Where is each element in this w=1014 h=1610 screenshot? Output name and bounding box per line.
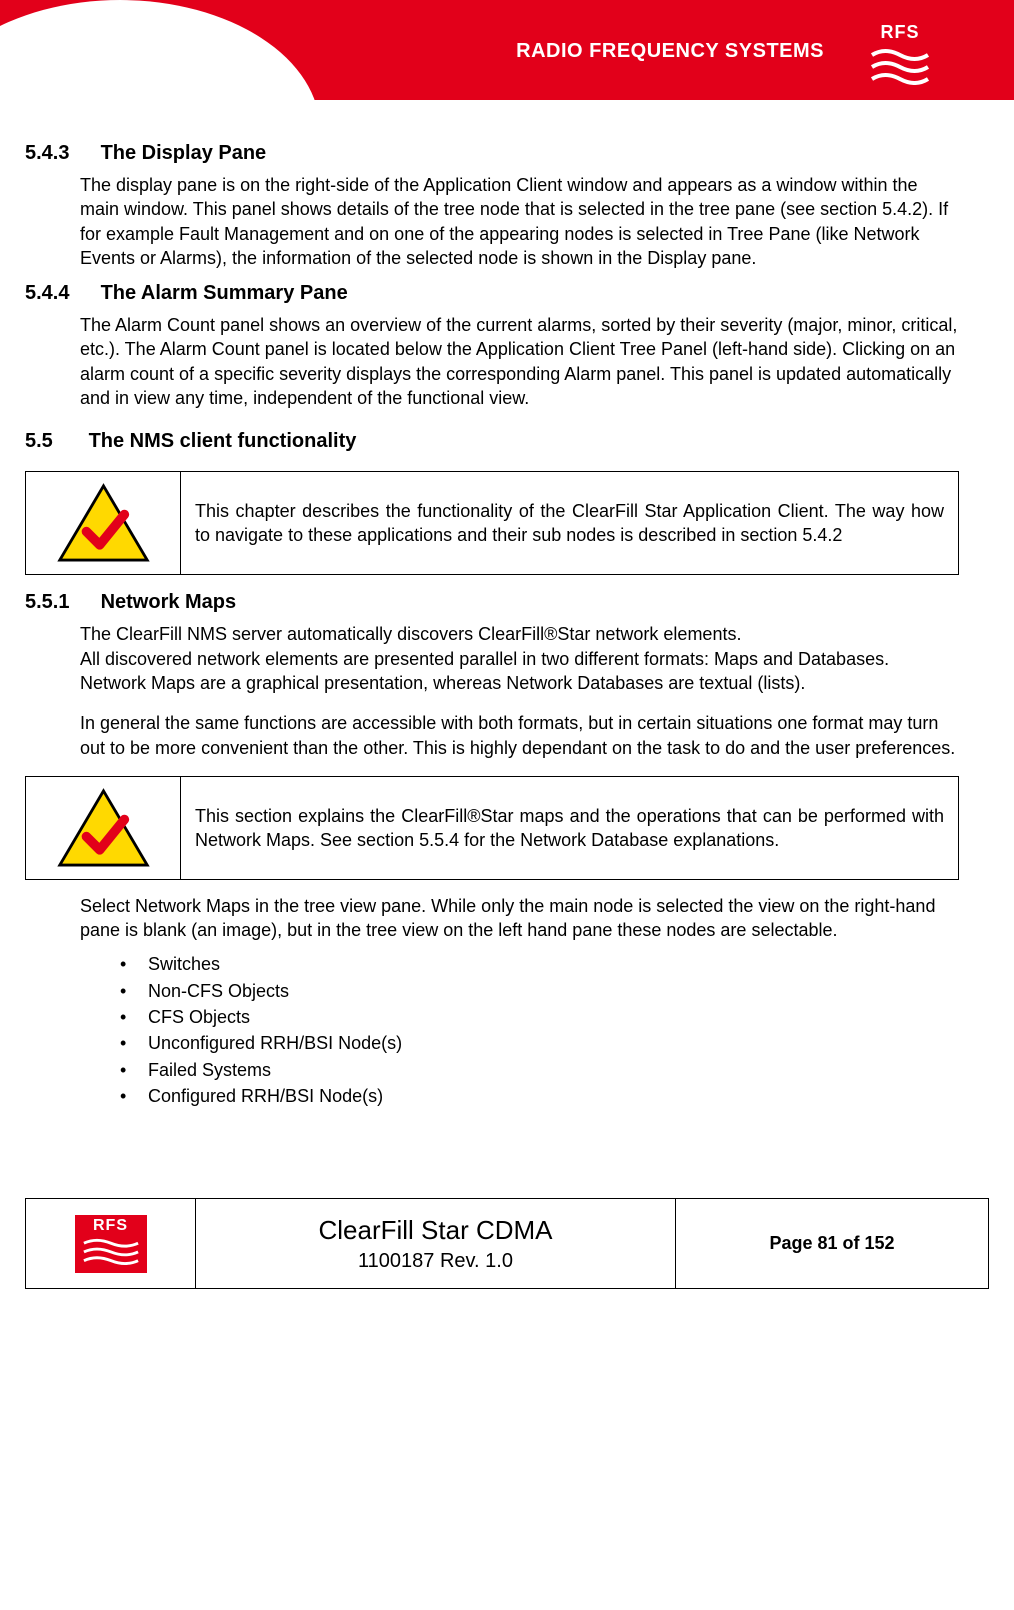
footer-title-cell: ClearFill Star CDMA 1100187 Rev. 1.0 bbox=[196, 1199, 676, 1289]
list-item: CFS Objects bbox=[120, 1005, 959, 1029]
brand-name: RADIO FREQUENCY SYSTEMS bbox=[516, 40, 824, 63]
list-item: Switches bbox=[120, 952, 959, 976]
logo-waves-icon bbox=[82, 1235, 140, 1265]
logo-text: RFS bbox=[93, 1217, 128, 1235]
heading-number: 5.4.4 bbox=[25, 280, 95, 307]
heading-5-4-3: 5.4.3 The Display Pane bbox=[25, 140, 959, 167]
list-item: Non-CFS Objects bbox=[120, 979, 959, 1003]
warning-check-icon bbox=[56, 482, 151, 564]
heading-5-5-1: 5.5.1 Network Maps bbox=[25, 589, 959, 616]
list-item: Configured RRH/BSI Node(s) bbox=[120, 1084, 959, 1108]
heading-5-4-4: 5.4.4 The Alarm Summary Pane bbox=[25, 280, 959, 307]
list-item: Failed Systems bbox=[120, 1058, 959, 1082]
note-box: This chapter describes the functionality… bbox=[25, 471, 959, 575]
paragraph: Select Network Maps in the tree view pan… bbox=[80, 894, 959, 943]
doc-revision: 1100187 Rev. 1.0 bbox=[206, 1250, 665, 1273]
bullet-list: Switches Non-CFS Objects CFS Objects Unc… bbox=[120, 952, 959, 1108]
paragraph: The display pane is on the right-side of… bbox=[80, 173, 959, 270]
paragraph: The ClearFill NMS server automatically d… bbox=[80, 622, 959, 695]
heading-title: The Display Pane bbox=[101, 142, 267, 164]
heading-title: The Alarm Summary Pane bbox=[101, 282, 348, 304]
paragraph: The Alarm Count panel shows an overview … bbox=[80, 313, 959, 410]
note-box: This section explains the ClearFill®Star… bbox=[25, 776, 959, 880]
note-icon-cell bbox=[26, 776, 181, 879]
page-number: Page 81 of 152 bbox=[686, 1233, 978, 1254]
heading-number: 5.5 bbox=[25, 428, 83, 455]
page-header: RADIO FREQUENCY SYSTEMS RFS bbox=[0, 0, 1014, 110]
logo-text: RFS bbox=[881, 22, 920, 43]
note-icon-cell bbox=[26, 472, 181, 575]
page-footer: RFS ClearFill Star CDMA 1100187 Rev. 1.0… bbox=[0, 1198, 1014, 1319]
doc-title: ClearFill Star CDMA bbox=[206, 1215, 665, 1246]
heading-5-5: 5.5 The NMS client functionality bbox=[25, 428, 959, 455]
list-item: Unconfigured RRH/BSI Node(s) bbox=[120, 1031, 959, 1055]
footer-page-cell: Page 81 of 152 bbox=[676, 1199, 989, 1289]
heading-number: 5.4.3 bbox=[25, 140, 95, 167]
heading-title: The NMS client functionality bbox=[89, 430, 357, 452]
heading-title: Network Maps bbox=[101, 591, 237, 613]
rfs-logo-small: RFS bbox=[75, 1215, 147, 1273]
footer-logo-cell: RFS bbox=[26, 1199, 196, 1289]
note-text: This section explains the ClearFill®Star… bbox=[181, 776, 959, 879]
heading-number: 5.5.1 bbox=[25, 589, 95, 616]
page-content: 5.4.3 The Display Pane The display pane … bbox=[0, 110, 1014, 1138]
paragraph: In general the same functions are access… bbox=[80, 711, 959, 760]
footer-table: RFS ClearFill Star CDMA 1100187 Rev. 1.0… bbox=[25, 1198, 989, 1289]
header-red-background bbox=[0, 0, 1014, 100]
rfs-logo: RFS bbox=[864, 18, 936, 90]
logo-waves-icon bbox=[870, 45, 930, 85]
warning-check-icon bbox=[56, 787, 151, 869]
note-text: This chapter describes the functionality… bbox=[181, 472, 959, 575]
